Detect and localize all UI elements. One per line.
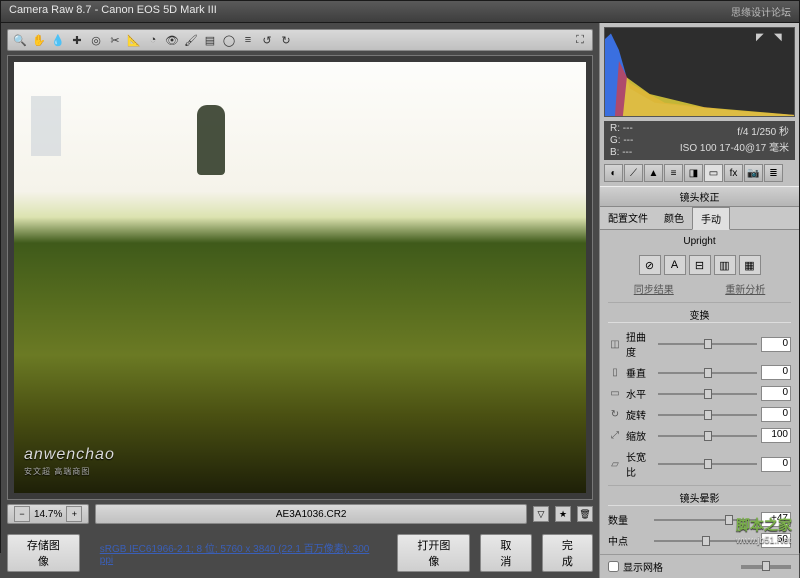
show-grid-row: 显示网格 — [600, 554, 799, 578]
save-image-button[interactable]: 存储图像 — [7, 534, 80, 572]
fullscreen-toggle-icon[interactable]: ⛶ — [572, 32, 588, 48]
white-balance-tool-icon[interactable]: 💧 — [50, 32, 66, 48]
vertical-icon: ▯ — [608, 367, 622, 378]
lens-sub-tabs: 配置文件 颜色 手动 — [600, 207, 799, 230]
tab-split-icon[interactable]: ◨ — [684, 164, 703, 182]
metadata-display: R: --- G: --- B: --- f/4 1/250 秒 ISO 100… — [604, 121, 795, 160]
zoom-out-button[interactable]: − — [14, 506, 30, 522]
adjustment-brush-tool-icon[interactable]: 🖌 — [183, 32, 199, 48]
slider-aspect: ▱ 长宽比 0 — [608, 449, 791, 479]
vignette-title: 镜头晕影 — [608, 485, 791, 506]
aspect-icon: ▱ — [608, 459, 622, 470]
graduated-filter-tool-icon[interactable]: ▤ — [202, 32, 218, 48]
zoom-tool-icon[interactable]: 🔍 — [12, 32, 28, 48]
titlebar: Camera Raw 8.7 - Canon EOS 5D Mark III 思… — [1, 1, 799, 23]
scale-value[interactable]: 100 — [761, 428, 791, 443]
tab-color[interactable]: 颜色 — [656, 207, 692, 229]
slider-scale: ⤢ 缩放 100 — [608, 428, 791, 443]
titlebar-right-text: 思缘设计论坛 — [731, 4, 791, 19]
rotate-cw-tool-icon[interactable]: ↻ — [278, 32, 294, 48]
slider-rotate: ↻ 旋转 0 — [608, 407, 791, 422]
meta-r: R: --- — [610, 123, 633, 134]
upright-off-icon[interactable]: ⊘ — [639, 255, 661, 275]
red-eye-tool-icon[interactable]: 👁 — [164, 32, 180, 48]
rotate-value[interactable]: 0 — [761, 407, 791, 422]
meta-g: G: --- — [610, 135, 633, 146]
image-preview[interactable]: anwenchao 安文超 高端商图 — [7, 55, 593, 500]
zoom-value[interactable]: 14.7% — [34, 509, 62, 520]
rotate-ccw-tool-icon[interactable]: ↺ — [259, 32, 275, 48]
tab-profile[interactable]: 配置文件 — [600, 207, 656, 229]
tab-detail-icon[interactable]: ▲ — [644, 164, 663, 182]
targeted-adjust-tool-icon[interactable]: ◎ — [88, 32, 104, 48]
hand-tool-icon[interactable]: ✋ — [31, 32, 47, 48]
open-image-button[interactable]: 打开图像 — [397, 534, 470, 572]
histogram[interactable]: ◤ ◥ — [604, 27, 795, 117]
distortion-icon: ◫ — [608, 339, 622, 350]
vertical-value[interactable]: 0 — [761, 365, 791, 380]
meta-exposure: f/4 1/250 秒 — [680, 123, 789, 138]
cancel-button[interactable]: 取消 — [480, 534, 531, 572]
adjustment-tabs: ◐ ⟋ ▲ ≡ ◨ ▭ fx 📷 ≣ — [600, 164, 799, 186]
aspect-value[interactable]: 0 — [761, 457, 791, 472]
transform-title: 变换 — [608, 302, 791, 323]
done-button[interactable]: 完成 — [542, 534, 593, 572]
show-grid-label: 显示网格 — [623, 559, 663, 574]
panel-title: 镜头校正 — [600, 186, 799, 207]
site-watermark: 脚本之家 www.jb51.Net — [736, 515, 792, 545]
workflow-options-link[interactable]: sRGB IEC61966-2.1; 8 位; 5760 x 3840 (22.… — [100, 540, 378, 566]
tab-basic-icon[interactable]: ◐ — [604, 164, 623, 182]
meta-iso: ISO 100 17-40@17 毫米 — [680, 139, 789, 154]
crop-tool-icon[interactable]: ✂ — [107, 32, 123, 48]
highlight-clip-icon[interactable]: ◥ — [774, 32, 788, 46]
window-title: Camera Raw 8.7 - Canon EOS 5D Mark III — [9, 4, 217, 19]
horizontal-icon: ▭ — [608, 388, 622, 399]
upright-label: Upright — [608, 236, 791, 247]
zoom-control: − 14.7% + — [7, 504, 89, 524]
filter-icon[interactable]: ▽ — [533, 506, 549, 522]
main-toolbar: 🔍 ✋ 💧 ✚ ◎ ✂ 📐 ◔ 👁 🖌 ▤ ◯ ≡ ↺ ↻ ⛶ — [7, 29, 593, 51]
color-sampler-tool-icon[interactable]: ✚ — [69, 32, 85, 48]
trash-icon[interactable]: 🗑 — [577, 506, 593, 522]
tab-curve-icon[interactable]: ⟋ — [624, 164, 643, 182]
scale-icon: ⤢ — [608, 430, 622, 441]
shadow-clip-icon[interactable]: ◤ — [756, 32, 770, 46]
filename-display: AE3A1036.CR2 — [95, 504, 527, 524]
tab-fx-icon[interactable]: fx — [724, 164, 743, 182]
straighten-tool-icon[interactable]: 📐 — [126, 32, 142, 48]
meta-b: B: --- — [610, 147, 633, 158]
tab-manual[interactable]: 手动 — [692, 207, 730, 230]
upright-vertical-icon[interactable]: ▥ — [714, 255, 736, 275]
upright-sync-link[interactable]: 同步结果 — [634, 281, 674, 296]
rotate-icon: ↻ — [608, 409, 622, 420]
tab-camera-icon[interactable]: 📷 — [744, 164, 763, 182]
rating-icon[interactable]: ★ — [555, 506, 571, 522]
upright-level-icon[interactable]: ⊟ — [689, 255, 711, 275]
tab-lens-icon[interactable]: ▭ — [704, 164, 723, 182]
slider-horizontal: ▭ 水平 0 — [608, 386, 791, 401]
tab-presets-icon[interactable]: ≣ — [764, 164, 783, 182]
distortion-value[interactable]: 0 — [761, 337, 791, 352]
spot-removal-tool-icon[interactable]: ◔ — [145, 32, 161, 48]
show-grid-checkbox[interactable] — [608, 561, 619, 572]
tab-hsl-icon[interactable]: ≡ — [664, 164, 683, 182]
radial-filter-tool-icon[interactable]: ◯ — [221, 32, 237, 48]
upright-full-icon[interactable]: ▦ — [739, 255, 761, 275]
preferences-tool-icon[interactable]: ≡ — [240, 32, 256, 48]
slider-distortion: ◫ 扭曲度 0 — [608, 329, 791, 359]
zoom-in-button[interactable]: + — [66, 506, 82, 522]
image-watermark: anwenchao 安文超 高端商图 — [24, 446, 115, 477]
slider-vertical: ▯ 垂直 0 — [608, 365, 791, 380]
horizontal-value[interactable]: 0 — [761, 386, 791, 401]
upright-reanalyze-link[interactable]: 重新分析 — [725, 281, 765, 296]
upright-auto-icon[interactable]: A — [664, 255, 686, 275]
